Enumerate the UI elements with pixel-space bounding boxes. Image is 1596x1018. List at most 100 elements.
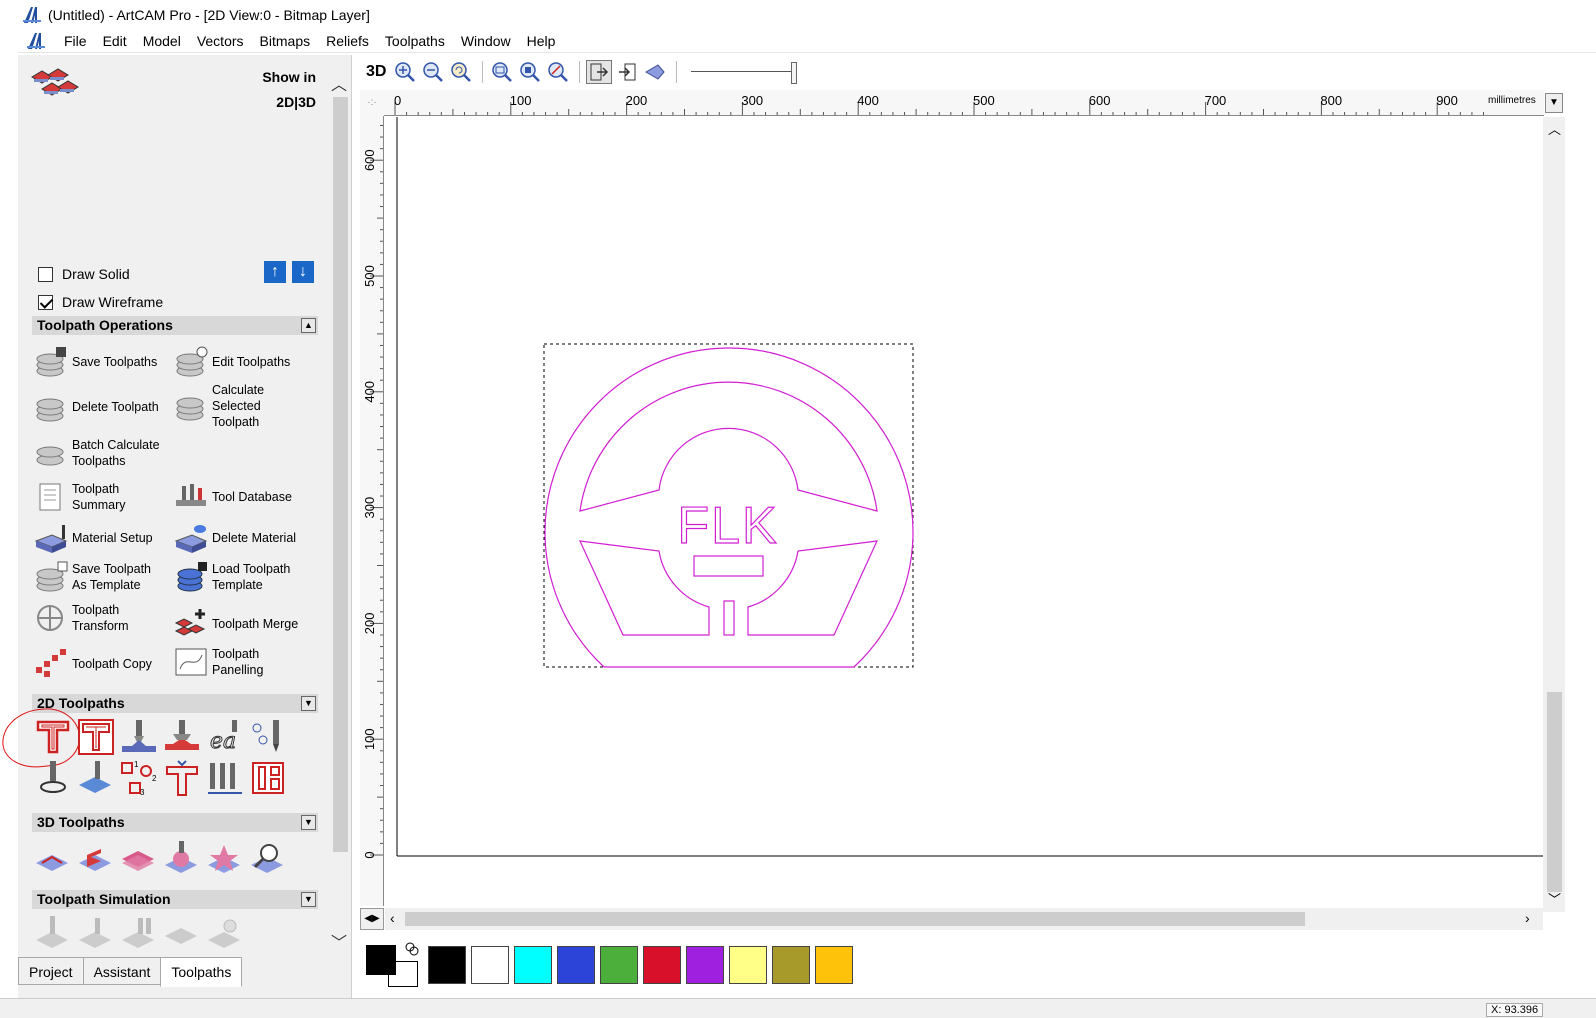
menu-edit[interactable]: Edit xyxy=(95,29,135,53)
menu-window[interactable]: Window xyxy=(453,29,519,53)
vertical-scroll-thumb[interactable] xyxy=(1547,692,1562,892)
material-setup-button[interactable]: Material Setup xyxy=(34,521,153,555)
color-swatch[interactable] xyxy=(729,946,767,984)
zoom-extents-button[interactable] xyxy=(489,60,515,84)
primary-color-swatch[interactable] xyxy=(366,945,396,975)
rest-machining-button[interactable] xyxy=(204,838,246,878)
scroll-split-button[interactable]: ◀▶ xyxy=(360,908,384,930)
shaded-view-button[interactable] xyxy=(642,60,668,84)
3d-finishing-button[interactable] xyxy=(161,838,203,878)
layer-transfer-button[interactable] xyxy=(614,60,640,84)
chevron-left-icon[interactable]: ‹ xyxy=(390,910,395,926)
color-swatch[interactable] xyxy=(600,946,638,984)
delete-material-button[interactable]: Delete Material xyxy=(174,521,296,555)
move-up-button[interactable]: ↑ xyxy=(264,261,286,283)
save-toolpaths-button[interactable]: Save Toolpaths xyxy=(34,345,157,379)
inlay-button[interactable] xyxy=(32,758,74,798)
ruler-corner[interactable]: ·:· xyxy=(360,90,384,116)
color-swatch[interactable] xyxy=(772,946,810,984)
load-toolpath-template-button[interactable]: Load Toolpath Template xyxy=(174,560,290,594)
canvas-vertical-scrollbar[interactable]: ︿ ﹀ xyxy=(1543,117,1565,912)
tab-assistant[interactable]: Assistant xyxy=(82,957,162,985)
batch-calculate-button[interactable]: Batch Calculate Toolpaths xyxy=(34,436,160,470)
tool-database-button[interactable]: Tool Database xyxy=(174,480,292,514)
delete-toolpath-button[interactable]: Delete Toolpath xyxy=(34,390,159,424)
chevron-right-icon[interactable]: › xyxy=(1525,910,1530,926)
feature-machining-button[interactable]: 1 23 xyxy=(118,758,160,798)
bevel-carving-button[interactable] xyxy=(161,717,203,757)
3d-inspect-button[interactable] xyxy=(247,838,289,878)
expand-icon[interactable]: ▼ xyxy=(301,815,316,830)
z-level-roughing-button[interactable] xyxy=(75,838,117,878)
machine-relief-3d-button[interactable] xyxy=(32,838,74,878)
chevron-up-icon[interactable]: ︿ xyxy=(1548,119,1561,138)
tab-project[interactable]: Project xyxy=(18,957,84,985)
expand-icon[interactable]: ▼ xyxy=(301,696,316,711)
menu-bitmaps[interactable]: Bitmaps xyxy=(252,29,319,53)
zoom-selection-button[interactable] xyxy=(545,60,571,84)
edit-toolpaths-button[interactable]: Edit Toolpaths xyxy=(174,345,290,379)
v-bit-carving-button[interactable] xyxy=(118,717,160,757)
toolpath-merge-button[interactable]: Toolpath Merge xyxy=(174,607,298,641)
move-down-button[interactable]: ↓ xyxy=(292,261,314,283)
zoom-previous-button[interactable] xyxy=(448,60,474,84)
menu-reliefs[interactable]: Reliefs xyxy=(318,29,377,53)
menu-file[interactable]: File xyxy=(56,29,95,53)
section-3d-toolpaths[interactable]: 3D Toolpaths ▼ xyxy=(32,813,318,832)
section-toolpath-operations[interactable]: Toolpath Operations ▲ xyxy=(32,316,318,335)
chevron-down-icon[interactable]: ﹀ xyxy=(331,929,347,953)
horizontal-scroll-thumb[interactable] xyxy=(405,912,1305,926)
profile-machining-button[interactable] xyxy=(32,717,74,757)
chevron-up-icon[interactable]: ︿ xyxy=(331,71,347,95)
steering-wheel-vector[interactable]: FLK xyxy=(544,347,914,668)
chevron-down-icon[interactable]: ﹀ xyxy=(1548,889,1561,908)
menu-vectors[interactable]: Vectors xyxy=(189,29,252,53)
simulate-pause-button[interactable] xyxy=(118,913,160,953)
plunge-machining-button[interactable] xyxy=(247,758,289,798)
tab-toolpaths[interactable]: Toolpaths xyxy=(160,957,243,987)
calculate-selected-toolpath-button[interactable]: Calculate Selected Toolpath xyxy=(174,382,264,430)
color-swatch[interactable] xyxy=(428,946,466,984)
simulation-options-button[interactable] xyxy=(204,913,246,953)
area-clearance-button[interactable] xyxy=(75,717,117,757)
view-3d-button[interactable]: 3D xyxy=(366,63,386,81)
slider-knob[interactable] xyxy=(791,62,798,84)
canvas-horizontal-scrollbar[interactable]: ‹ › xyxy=(385,908,1543,930)
fluting-button[interactable] xyxy=(204,758,246,798)
smart-engraving-button[interactable] xyxy=(161,758,203,798)
draw-solid-box[interactable] xyxy=(38,266,53,282)
menu-toolpaths[interactable]: Toolpaths xyxy=(377,29,453,53)
swap-colors-icon[interactable] xyxy=(404,941,420,957)
drilling-button[interactable] xyxy=(247,717,289,757)
layer-view-button[interactable] xyxy=(586,60,613,84)
color-swatch[interactable] xyxy=(815,946,853,984)
toolpath-panelling-button[interactable]: Toolpath Panelling xyxy=(174,645,263,679)
3d-roughing-button[interactable] xyxy=(118,838,160,878)
menu-help[interactable]: Help xyxy=(519,29,564,53)
units-dropdown-button[interactable]: ▼ xyxy=(1545,93,1563,113)
toolpath-copy-button[interactable]: Toolpath Copy xyxy=(34,647,152,681)
section-2d-toolpaths[interactable]: 2D Toolpaths ▼ xyxy=(32,694,318,713)
engraving-button[interactable]: ea xyxy=(204,717,246,757)
zoom-box-button[interactable] xyxy=(517,60,543,84)
draw-solid-checkbox[interactable]: Draw Solid xyxy=(38,266,130,282)
collapse-icon[interactable]: ▲ xyxy=(301,318,316,333)
draw-wireframe-box[interactable] xyxy=(38,294,53,310)
color-swatch[interactable] xyxy=(557,946,595,984)
primary-secondary-color[interactable] xyxy=(366,941,422,989)
drawing-canvas[interactable]: FLK xyxy=(385,117,1543,906)
toolpath-transform-button[interactable]: Toolpath Transform xyxy=(34,601,129,635)
simulate-toolpath-button[interactable] xyxy=(75,913,117,953)
toolpath-summary-button[interactable]: Toolpath Summary xyxy=(34,480,125,514)
menu-model[interactable]: Model xyxy=(135,29,189,53)
zoom-out-button[interactable] xyxy=(420,60,446,84)
panel-scrollbar[interactable]: ︿ ﹀ xyxy=(329,69,350,999)
simulation-block-button[interactable] xyxy=(161,913,203,953)
section-toolpath-simulation[interactable]: Toolpath Simulation ▼ xyxy=(32,890,318,909)
simulate-all-button[interactable] xyxy=(32,913,74,953)
color-swatch[interactable] xyxy=(686,946,724,984)
expand-icon[interactable]: ▼ xyxy=(301,892,316,907)
zoom-in-button[interactable] xyxy=(392,60,418,84)
show-in-label[interactable]: Show in 2D|3D xyxy=(254,65,316,115)
color-swatch[interactable] xyxy=(471,946,509,984)
